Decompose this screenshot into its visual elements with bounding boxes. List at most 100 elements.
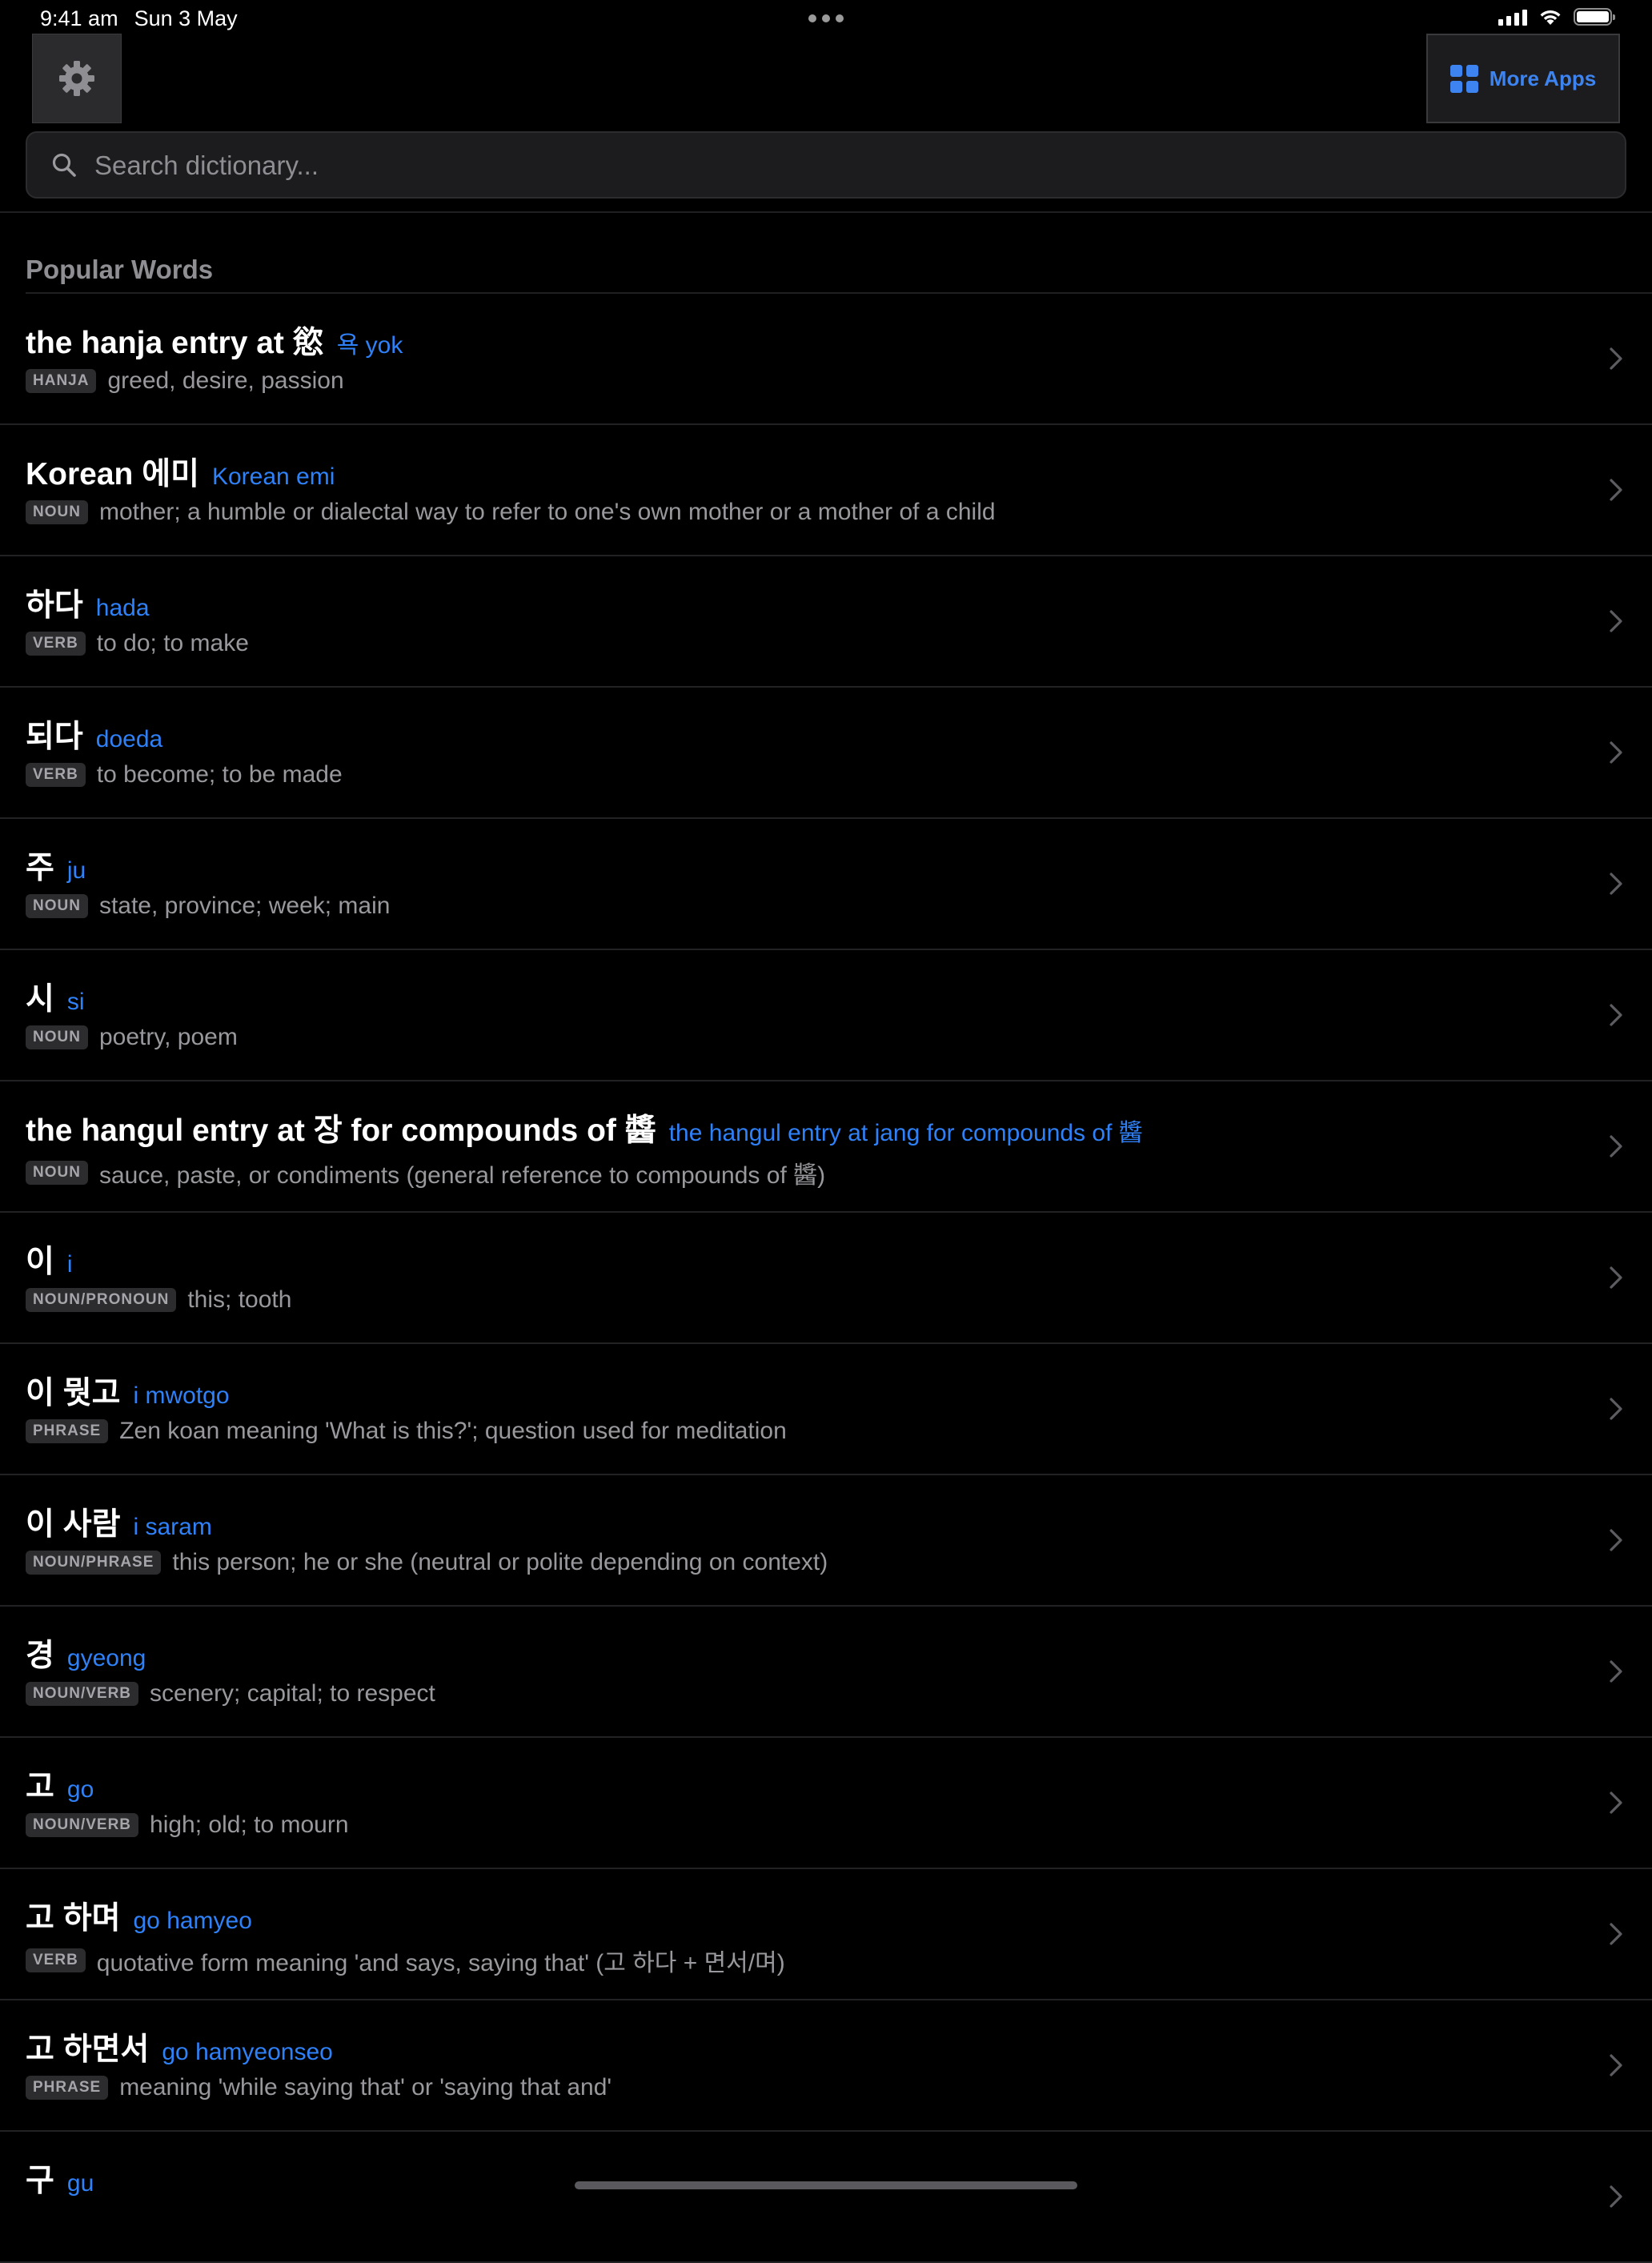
status-date: Sun 3 May	[134, 6, 238, 30]
status-time: 9:41 am Sun 3 May	[40, 6, 238, 31]
word-definition: Zen koan meaning 'What is this?'; questi…	[119, 1418, 787, 1444]
word-definition: quotative form meaning 'and says, saying…	[96, 1950, 785, 1976]
word-row[interactable]: 이 뭣고 i mwotgo PHRASE Zen koan meaning 'What…	[0, 1344, 1652, 1475]
part-of-speech-badge: PHRASE	[26, 1419, 109, 1443]
word-row[interactable]: 고 하며 go hamyeo VERB quotative form meaning …	[0, 1869, 1652, 2000]
chevron-right-icon	[1610, 1660, 1622, 1683]
word-row[interactable]: 이 사람 i saram NOUN/PHRASE this person; he or…	[0, 1475, 1652, 1607]
word-definition: to do; to make	[96, 630, 249, 656]
word-romanization: go hamyeonseo	[162, 2039, 333, 2065]
chevron-right-icon	[1610, 610, 1622, 632]
part-of-speech-badge: NOUN/PHRASE	[26, 1551, 162, 1575]
word-term: 주	[26, 851, 54, 885]
settings-button[interactable]	[32, 34, 122, 123]
part-of-speech-badge: VERB	[26, 632, 86, 656]
word-row[interactable]: 시 si NOUN poetry, poem	[0, 950, 1652, 1081]
word-romanization: Korean emi	[211, 463, 335, 490]
word-heading: 고 하면서 go hamyeonseo	[26, 2024, 333, 2069]
search-input[interactable]	[93, 133, 1601, 199]
word-row[interactable]: 고 go NOUN/VERB high; old; to mourn	[0, 1738, 1652, 1869]
part-of-speech-badge: NOUN	[26, 1161, 88, 1185]
word-romanization: go hamyeo	[133, 1908, 252, 1934]
word-term: 하다	[26, 588, 83, 623]
word-definition: high; old; to mourn	[150, 1812, 349, 1838]
chevron-right-icon	[1610, 479, 1622, 501]
status-bar: 9:41 am Sun 3 May	[0, 0, 1652, 38]
word-term: 경	[26, 1639, 54, 1673]
word-term: 이	[26, 1245, 54, 1279]
cellular-signal-icon	[1498, 8, 1527, 26]
search-bar[interactable]	[26, 131, 1626, 199]
word-heading: 경 gyeong	[26, 1631, 146, 1675]
word-romanization: i saram	[133, 1514, 212, 1540]
battery-icon	[1574, 8, 1615, 26]
word-row[interactable]: the hangul entry at 장 for compounds of 醬…	[0, 1081, 1652, 1213]
word-term: 구	[26, 2164, 54, 2198]
word-term: Korean 에미	[26, 457, 199, 492]
word-heading: 이i	[26, 1237, 73, 1282]
word-heading: 주 ju	[26, 843, 86, 888]
word-definition: scenery; capital; to respect	[150, 1680, 435, 1707]
word-definition: greed, desire, passion	[107, 367, 344, 394]
word-row[interactable]: 하다 hada VERB to do; to make	[0, 556, 1652, 688]
word-row[interactable]: 경 gyeong NOUN/VERB scenery; capital; to res…	[0, 1607, 1652, 1738]
word-term: 되다	[26, 720, 83, 754]
word-heading: the hanja entry at 慾 욕 yok	[26, 318, 403, 363]
word-definition: state, province; week; main	[98, 893, 391, 919]
part-of-speech-badge: VERB	[26, 1948, 86, 1972]
part-of-speech-badge: VERB	[26, 763, 86, 787]
word-heading: 이 사람 i saram	[26, 1499, 212, 1544]
word-romanization: gu	[66, 2170, 94, 2197]
part-of-speech-badge: NOUN/VERB	[26, 1813, 139, 1837]
popular-words-list: the hanja entry at 慾 욕 yok HANJA greed, des…	[0, 294, 1652, 2263]
more-apps-button[interactable]: More Apps	[1426, 34, 1620, 123]
chevron-right-icon	[1610, 1135, 1622, 1158]
word-romanization: go	[66, 1776, 94, 1803]
part-of-speech-badge: NOUN	[26, 500, 88, 524]
word-romanization: doeda	[95, 726, 163, 752]
word-term: 이 사람	[26, 1507, 121, 1542]
word-heading: 고 하며 go hamyeo	[26, 1893, 252, 1938]
word-meta: VERB quotative form meaning 'and says, sa…	[26, 1943, 785, 1978]
word-meta: NOUN poetry, poem	[26, 1024, 238, 1051]
chevron-right-icon	[1610, 741, 1622, 764]
chevron-right-icon	[1610, 347, 1622, 370]
home-indicator[interactable]	[575, 2181, 1077, 2189]
word-meta: HANJA greed, desire, passion	[26, 367, 344, 395]
word-heading: 고 go	[26, 1762, 94, 1807]
multitasking-dots-icon[interactable]	[808, 14, 844, 22]
word-meta: PHRASE meaning 'while saying that' or 'sa…	[26, 2074, 611, 2101]
word-romanization: si	[66, 989, 85, 1015]
chevron-right-icon	[1610, 2054, 1622, 2076]
more-apps-label: More Apps	[1489, 66, 1597, 90]
word-term: 고 하며	[26, 1901, 121, 1936]
chevron-right-icon	[1610, 1004, 1622, 1026]
word-meta: VERB to do; to make	[26, 630, 249, 657]
word-romanization: i	[66, 1251, 73, 1278]
chevron-right-icon	[1610, 1398, 1622, 1420]
chevron-right-icon	[1610, 1529, 1622, 1551]
word-heading: 구 gu	[26, 2156, 94, 2201]
section-title: Popular Words	[26, 255, 214, 284]
part-of-speech-badge: NOUN/VERB	[26, 1682, 139, 1706]
word-heading: Korean 에미 Korean emi	[26, 449, 335, 494]
word-definition: mother; a humble or dialectal way to ref…	[98, 499, 996, 525]
word-heading: 시 si	[26, 974, 85, 1019]
word-row[interactable]: 구 gu	[0, 2132, 1652, 2263]
word-term: 고	[26, 1770, 54, 1804]
word-romanization: gyeong	[66, 1645, 146, 1671]
word-row[interactable]: Korean 에미 Korean emi NOUN mother; a humble …	[0, 425, 1652, 556]
word-term: 고 하면서	[26, 2032, 150, 2067]
word-row[interactable]: 되다 doeda VERB to become; to be made	[0, 688, 1652, 819]
word-meta: PHRASE Zen koan meaning 'What is this?'; …	[26, 1418, 787, 1445]
search-icon	[52, 153, 76, 177]
status-indicators	[1498, 8, 1615, 26]
word-row[interactable]: 고 하면서 go hamyeonseo PHRASE meaning 'while s…	[0, 2000, 1652, 2132]
word-heading: 되다 doeda	[26, 712, 162, 756]
word-row[interactable]: 주 ju NOUN state, province; week; main	[0, 819, 1652, 950]
word-row[interactable]: the hanja entry at 慾 욕 yok HANJA greed, des…	[0, 294, 1652, 425]
word-row[interactable]: 이 i NOUN/PRONOUN this; tooth	[0, 1213, 1652, 1344]
word-meta: NOUN/PRONOUN this; tooth	[26, 1286, 291, 1314]
word-romanization: 욕 yok	[336, 332, 403, 359]
status-clock: 9:41 am	[40, 6, 118, 30]
